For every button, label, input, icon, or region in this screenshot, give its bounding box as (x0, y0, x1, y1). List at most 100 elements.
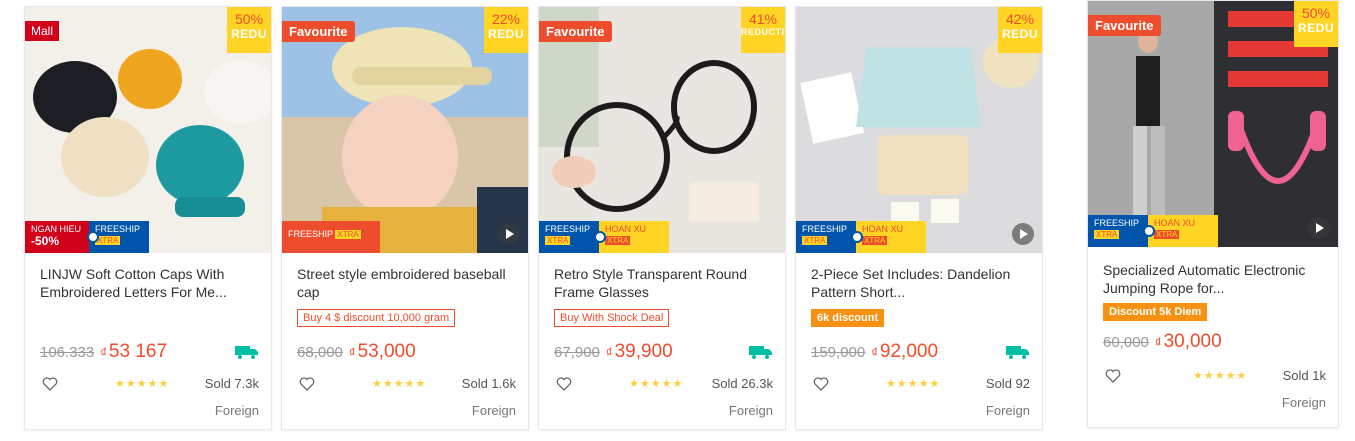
ribbon-line: HOAN XU (862, 224, 904, 234)
original-price: 60,000 (1103, 334, 1149, 351)
discount-percent: 50% (1301, 5, 1331, 21)
ribbon-tag: XTRA (802, 236, 828, 245)
heart-icon[interactable] (1105, 369, 1121, 383)
sold-count: Sold 1.6k (461, 376, 516, 391)
product-card[interactable]: Favourite 50% REDU FREESHIP XTRA HOAN XU… (1087, 0, 1339, 428)
play-video-icon[interactable] (1308, 217, 1330, 239)
original-price: 159,000 (811, 344, 866, 361)
discount-percent: 22% (491, 11, 521, 27)
origin-label: Foreign (985, 403, 1030, 418)
product-image[interactable]: 42% REDU FREESHIP XTRA HOAN XU XTRA (796, 7, 1042, 253)
sale-price-value: 30,000 (1163, 331, 1222, 352)
discount-word: REDU (487, 27, 524, 41)
free-shipping-truck-icon (749, 346, 772, 359)
price-row: 60,000 ₫ 30,000 (1103, 331, 1222, 353)
star-rating: ★★★★★ (115, 378, 170, 390)
currency-symbol: ₫ (1154, 335, 1162, 350)
original-price: 106.333 (40, 344, 95, 361)
product-card[interactable]: Favourite 22% REDU FREESHIP XTRA Street … (281, 6, 529, 430)
ribbon-cashback: HOAN XU XTRA (1148, 215, 1218, 247)
ribbon-cashback: HOAN XU XTRA (856, 221, 926, 253)
product-title[interactable]: Retro Style Transparent Round Frame Glas… (554, 265, 774, 301)
product-title[interactable]: 2-Piece Set Includes: Dandelion Pattern … (811, 265, 1031, 301)
product-image[interactable]: Mall 50% REDU NGAN HIEU -50% FREESHIP XT… (25, 7, 271, 253)
product-image[interactable]: Favourite 22% REDU FREESHIP XTRA (282, 7, 528, 253)
heart-icon[interactable] (813, 377, 829, 391)
origin-label: Foreign (1281, 395, 1326, 410)
product-image[interactable]: Favourite 50% REDU FREESHIP XTRA HOAN XU… (1088, 1, 1338, 247)
sold-count: Sold 92 (985, 376, 1030, 391)
plus-icon (1143, 225, 1155, 237)
heart-icon[interactable] (299, 377, 315, 391)
promo-tag: Buy 4 $ discount 10,000 gram (297, 309, 456, 327)
origin-label: Foreign (728, 403, 773, 418)
product-card[interactable]: Mall 50% REDU NGAN HIEU -50% FREESHIP XT… (24, 6, 272, 430)
sale-price-value: 53,000 (357, 341, 416, 362)
sale-price-value: 39,900 (614, 341, 673, 362)
product-title[interactable]: Street style embroidered baseball cap (297, 265, 517, 301)
sale-price: ₫ 30,000 (1155, 331, 1222, 353)
ribbon-freeship: FREESHIP XTRA (539, 221, 599, 253)
currency-symbol: ₫ (605, 345, 613, 360)
discount-percent: 42% (1005, 11, 1035, 27)
original-price: 68,000 (297, 344, 343, 361)
discount-percent: 41% (748, 11, 778, 27)
ribbon-line: FREESHIP (802, 224, 848, 234)
mall-badge: Mall (25, 21, 60, 41)
sale-price: ₫ 53 167 (100, 341, 167, 363)
origin-label: Foreign (471, 403, 516, 418)
discount-word: REDU (1297, 21, 1334, 35)
play-video-icon[interactable] (1012, 223, 1034, 245)
sale-price: ₫ 53,000 (349, 341, 416, 363)
free-shipping-truck-icon (235, 346, 258, 359)
sale-price: ₫ 39,900 (606, 341, 673, 363)
original-price: 67,900 (554, 344, 600, 361)
ribbon-freeship: FREESHIP XTRA (1088, 215, 1148, 247)
star-rating: ★★★★★ (1193, 370, 1248, 382)
promo-tag: Buy With Shock Deal (554, 309, 670, 327)
ribbon-freeship: FREESHIP XTRA (796, 221, 856, 253)
ribbon-line: FREESHIP (288, 229, 333, 239)
ribbon-line: FREESHIP (1094, 218, 1140, 228)
product-image[interactable]: Favourite 41% REDUCTION FREESHIP XTRA HO… (539, 7, 785, 253)
discount-badge: 50% REDU (227, 7, 271, 53)
discount-badge: 50% REDU (1294, 1, 1338, 47)
ribbon-line: FREESHIP (95, 224, 141, 234)
sold-count: Sold 26.3k (711, 376, 773, 391)
favourite-badge: Favourite (539, 21, 612, 42)
currency-symbol: ₫ (348, 345, 356, 360)
sold-count: Sold 1k (1282, 368, 1326, 383)
heart-icon[interactable] (556, 377, 572, 391)
promo-ribbon: NGAN HIEU -50% FREESHIP XTRA (25, 221, 149, 253)
ribbon-tag: XTRA (545, 236, 571, 245)
promo-ribbon: FREESHIP XTRA HOAN XU XTRA (796, 221, 926, 253)
discount-word: REDU (1001, 27, 1038, 41)
promo-tag: Discount 5k Diem (1103, 303, 1208, 321)
product-title[interactable]: Specialized Automatic Electronic Jumping… (1103, 261, 1323, 297)
free-shipping-truck-icon (1006, 346, 1029, 359)
product-card[interactable]: Favourite 41% REDUCTION FREESHIP XTRA HO… (538, 6, 786, 430)
product-title[interactable]: LINJW Soft Cotton Caps With Embroidered … (40, 265, 260, 301)
star-rating: ★★★★★ (886, 378, 941, 390)
currency-symbol: ₫ (100, 345, 107, 360)
ribbon-line: FREESHIP (545, 224, 591, 234)
plus-icon (87, 231, 99, 243)
price-row: 67,900 ₫ 39,900 (554, 341, 673, 363)
plus-icon (594, 231, 606, 243)
ribbon-freeship: FREESHIP XTRA (282, 221, 380, 253)
ribbon-line: -50% (31, 234, 60, 248)
discount-word: REDU (230, 27, 267, 41)
promo-tag: 6k discount (811, 309, 885, 327)
ribbon-cashback: HOAN XU XTRA (599, 221, 669, 253)
play-video-icon[interactable] (498, 223, 520, 245)
favourite-badge: Favourite (1088, 15, 1161, 36)
ribbon-line: HOAN XU (1154, 218, 1196, 228)
star-rating: ★★★★★ (629, 378, 684, 390)
heart-icon[interactable] (42, 377, 58, 391)
product-card[interactable]: 42% REDU FREESHIP XTRA HOAN XU XTRA 2-Pi… (795, 6, 1043, 430)
promo-ribbon: FREESHIP XTRA HOAN XU XTRA (539, 221, 669, 253)
discount-badge: 42% REDU (998, 7, 1042, 53)
sale-price-value: 92,000 (879, 341, 939, 362)
price-row: 106.333 ₫ 53 167 (40, 341, 167, 363)
promo-ribbon: FREESHIP XTRA HOAN XU XTRA (1088, 215, 1218, 247)
